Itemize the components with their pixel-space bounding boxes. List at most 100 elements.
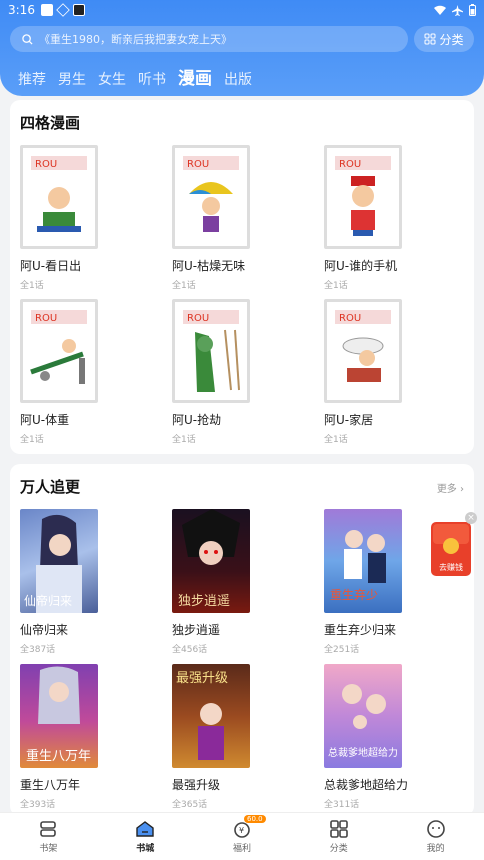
tab-recommend[interactable]: 推荐 xyxy=(18,69,46,89)
nav-label: 我的 xyxy=(426,844,445,854)
book-title: 阿U-抢劫 xyxy=(172,413,222,427)
book-chapters: 全1话 xyxy=(20,435,44,445)
header: 3:16 《重生1980，断亲后我把妻女宠上天》 分类 推荐 男生 女生 听书 … xyxy=(0,0,484,96)
bookstore-icon xyxy=(136,821,154,837)
tab-publishing[interactable]: 出版 xyxy=(224,69,252,89)
book-cover: 重生弃少 xyxy=(324,509,402,613)
earn-money-promo[interactable]: × 去赚钱 xyxy=(431,512,477,578)
book-chapters: 全311话 xyxy=(324,800,360,810)
book-chapters: 全365话 xyxy=(172,800,208,810)
book-item[interactable]: 独步逍遥 独步逍遥 全456话 xyxy=(172,509,312,655)
nav-label: 书架 xyxy=(39,844,58,854)
book-chapters: 全393话 xyxy=(20,800,56,810)
tab-comics[interactable]: 漫画 xyxy=(178,64,212,89)
svg-text:总裁爹地超给力: 总裁爹地超给力 xyxy=(328,746,398,759)
book-title: 阿U-枯燥无味 xyxy=(172,259,246,273)
book-item[interactable]: 仙帝归来 仙帝归来 全387话 xyxy=(20,509,160,655)
book-chapters: 全387话 xyxy=(20,645,56,655)
search-input[interactable]: 《重生1980，断亲后我把妻女宠上天》 xyxy=(10,26,408,52)
welfare-badge: 60.0 xyxy=(243,815,266,823)
more-link[interactable]: 更多 › xyxy=(437,480,464,495)
grid-icon xyxy=(329,820,348,838)
svg-text:独步逍遥: 独步逍遥 xyxy=(178,594,230,609)
book-cover: ROU xyxy=(172,145,250,249)
book-title: 重生八万年 xyxy=(20,778,81,792)
trending-section: 万人追更 更多 › 仙帝归来 仙帝归来 全387话 独步逍遥 独步逍遥 全456… xyxy=(10,464,474,816)
book-title: 最强升级 xyxy=(172,778,221,792)
nav-label: 福利 xyxy=(232,844,251,854)
book-title: 总裁爹地超给力 xyxy=(324,778,409,792)
book-cover: ROU xyxy=(20,145,98,249)
notification-icon xyxy=(40,4,53,16)
tab-audiobook[interactable]: 听书 xyxy=(138,69,166,89)
smiley-icon xyxy=(426,820,445,838)
four-panel-comics-section: 四格漫画 ROU 阿U-看日出 全1话 ROU 阿U-枯燥无味 全1话 ROU … xyxy=(10,100,474,454)
svg-text:重生八万年: 重生八万年 xyxy=(26,748,91,764)
promo-label: 去赚钱 xyxy=(439,563,463,572)
book-cover: 重生八万年 xyxy=(20,664,98,768)
svg-text:ROU: ROU xyxy=(187,313,209,324)
book-title: 阿U-看日出 xyxy=(20,259,82,273)
wifi-icon xyxy=(434,5,446,15)
book-item[interactable]: ROU 阿U-家居 全1话 xyxy=(324,299,464,445)
nav-bookstore[interactable]: 书城 xyxy=(97,813,194,860)
book-title: 仙帝归来 xyxy=(20,623,69,637)
airplane-icon xyxy=(452,4,463,16)
book-chapters: 全456话 xyxy=(172,645,208,655)
book-chapters: 全1话 xyxy=(324,281,348,291)
book-cover: 仙帝归来 xyxy=(20,509,98,613)
section-title: 四格漫画 xyxy=(20,114,81,132)
nav-label: 分类 xyxy=(329,844,348,854)
svg-text:ROU: ROU xyxy=(35,313,57,324)
svg-text:ROU: ROU xyxy=(187,159,209,170)
search-placeholder: 《重生1980，断亲后我把妻女宠上天》 xyxy=(39,33,232,46)
book-cover: ROU xyxy=(172,299,250,403)
book-chapters: 全251话 xyxy=(324,645,360,655)
nav-profile[interactable]: 我的 xyxy=(387,813,484,860)
nav-welfare[interactable]: ¥ 60.0 福利 xyxy=(194,813,291,860)
app-icon xyxy=(72,4,85,16)
tab-female[interactable]: 女生 xyxy=(98,69,126,89)
book-item[interactable]: ROU 阿U-谁的手机 全1话 xyxy=(324,145,464,291)
status-time: 3:16 xyxy=(8,3,35,17)
book-chapters: 全1话 xyxy=(172,281,196,291)
book-cover: ROU xyxy=(324,145,402,249)
svg-text:¥: ¥ xyxy=(239,826,244,835)
book-cover: 最强升级 xyxy=(172,664,250,768)
book-cover: ROU xyxy=(324,299,402,403)
status-bar: 3:16 xyxy=(0,0,484,20)
book-item[interactable]: 总裁爹地超给力 总裁爹地超给力 全311话 xyxy=(324,664,464,810)
bookshelf-icon xyxy=(40,821,57,837)
book-chapters: 全1话 xyxy=(20,281,44,291)
cube-icon xyxy=(56,3,70,17)
svg-text:仙帝归来: 仙帝归来 xyxy=(24,593,72,608)
book-title: 重生弃少归来 xyxy=(324,623,397,637)
book-title: 阿U-体重 xyxy=(20,413,70,427)
tab-male[interactable]: 男生 xyxy=(58,69,86,89)
book-title: 独步逍遥 xyxy=(172,623,221,637)
grid-icon xyxy=(424,33,436,45)
book-chapters: 全1话 xyxy=(324,435,348,445)
book-item[interactable]: 最强升级 最强升级 全365话 xyxy=(172,664,312,810)
category-button[interactable]: 分类 xyxy=(414,26,474,52)
bottom-nav: 书架 书城 ¥ 60.0 福利 分类 我的 xyxy=(0,812,484,860)
book-chapters: 全1话 xyxy=(172,435,196,445)
battery-icon xyxy=(469,4,476,16)
svg-text:ROU: ROU xyxy=(339,159,361,170)
search-icon xyxy=(22,33,33,45)
book-item[interactable]: ROU 阿U-体重 全1话 xyxy=(20,299,160,445)
category-label: 分类 xyxy=(439,32,464,47)
book-item[interactable]: ROU 阿U-抢劫 全1话 xyxy=(172,299,312,445)
nav-category[interactable]: 分类 xyxy=(290,813,387,860)
section-title: 万人追更 xyxy=(20,478,81,496)
nav-label: 书城 xyxy=(136,844,155,854)
nav-bookshelf[interactable]: 书架 xyxy=(0,813,97,860)
book-title: 阿U-谁的手机 xyxy=(324,259,398,273)
book-item[interactable]: ROU 阿U-看日出 全1话 xyxy=(20,145,160,291)
svg-text:最强升级: 最强升级 xyxy=(176,671,228,686)
close-icon[interactable]: × xyxy=(465,512,477,524)
book-item[interactable]: ROU 阿U-枯燥无味 全1话 xyxy=(172,145,312,291)
book-cover: 独步逍遥 xyxy=(172,509,250,613)
book-title: 阿U-家居 xyxy=(324,413,374,427)
book-item[interactable]: 重生八万年 重生八万年 全393话 xyxy=(20,664,160,810)
